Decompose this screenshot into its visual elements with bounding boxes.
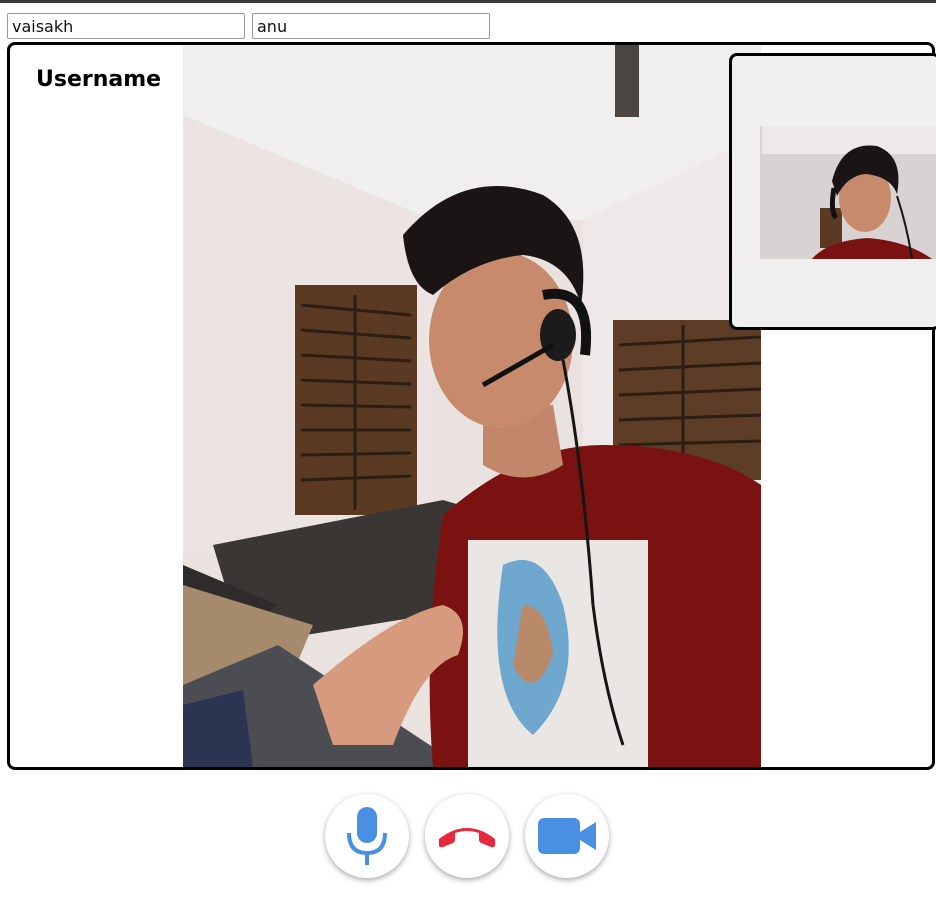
username-label: Username xyxy=(36,67,162,92)
video-camera-icon xyxy=(538,818,596,854)
phone-hangup-icon xyxy=(439,828,495,848)
camera-toggle-button[interactable] xyxy=(525,794,609,878)
call-controls xyxy=(0,794,936,880)
remote-video xyxy=(183,45,761,767)
local-video xyxy=(732,126,936,259)
hang-up-button[interactable] xyxy=(425,794,509,878)
peer-name-input[interactable] xyxy=(252,13,490,39)
my-name-input[interactable] xyxy=(7,13,245,39)
microphone-icon xyxy=(347,807,387,865)
local-preview xyxy=(729,53,936,330)
mute-button[interactable] xyxy=(325,794,409,878)
top-border xyxy=(0,0,936,3)
